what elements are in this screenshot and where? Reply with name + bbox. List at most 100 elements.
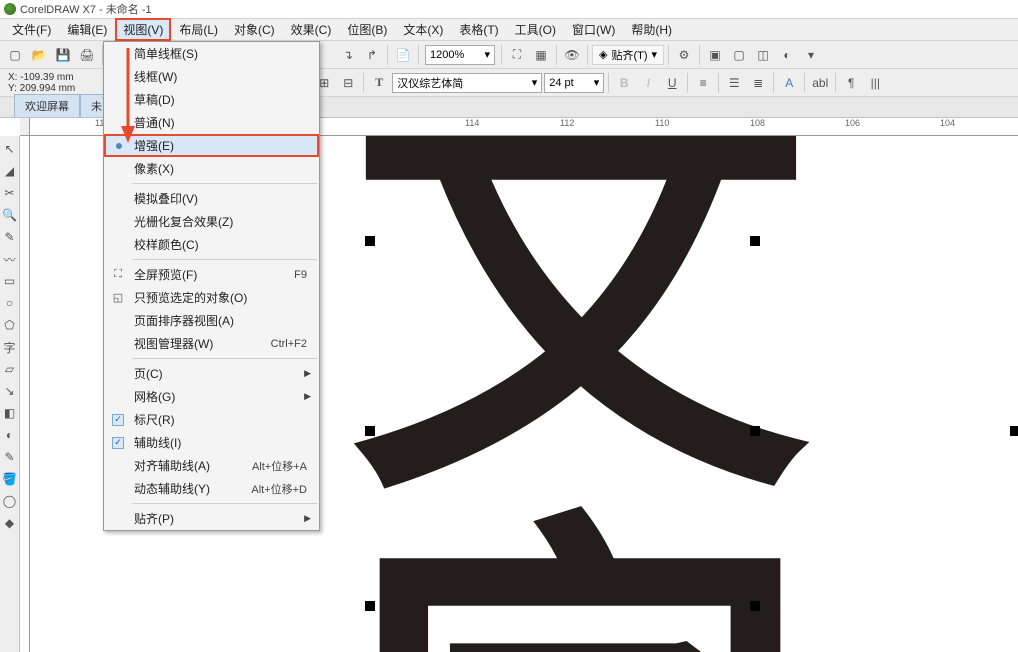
tab-welcome[interactable]: 欢迎屏幕 — [14, 94, 80, 117]
pick-tool[interactable]: ↖ — [1, 138, 19, 160]
menu-item-W[interactable]: 视图管理器(W)Ctrl+F2 — [104, 332, 319, 355]
zoom-tool[interactable]: 🔍 — [1, 204, 19, 226]
edit-text-icon[interactable]: abl — [809, 72, 831, 94]
new-icon[interactable]: ▢ — [4, 44, 26, 66]
menu-item-label: 校样颜色(C) — [134, 236, 199, 253]
connector-tool[interactable]: ↘ — [1, 380, 19, 402]
dropdown-icon[interactable]: ▾ — [800, 44, 822, 66]
selection-handle[interactable] — [750, 601, 760, 611]
launch1-icon[interactable]: ▣ — [704, 44, 726, 66]
separator — [773, 73, 774, 93]
export-icon[interactable]: ↱ — [361, 44, 383, 66]
fill-tool[interactable]: 🪣 — [1, 468, 19, 490]
bold-icon[interactable]: B — [613, 72, 635, 94]
menu-item-V[interactable]: 模拟叠印(V) — [104, 187, 319, 210]
menu-layout[interactable]: 布局(L) — [171, 18, 226, 41]
menu-item-C[interactable]: 页(C)▶ — [104, 362, 319, 385]
selection-handle[interactable] — [365, 426, 375, 436]
bullets-icon[interactable]: ☰ — [723, 72, 745, 94]
columns-icon[interactable]: ||| — [864, 72, 886, 94]
fullscreen-icon[interactable]: ⛶ — [506, 44, 528, 66]
align-left-icon[interactable]: ≡ — [692, 72, 714, 94]
selection-handle[interactable] — [1010, 426, 1018, 436]
options-icon[interactable]: ⚙ — [673, 44, 695, 66]
shape-tool[interactable]: ◢ — [1, 160, 19, 182]
dropcap-icon[interactable]: ≣ — [747, 72, 769, 94]
menu-item-I[interactable]: ✓辅助线(I) — [104, 431, 319, 454]
menu-view[interactable]: 视图(V) — [115, 18, 171, 41]
menu-effects[interactable]: 效果(C) — [283, 18, 340, 41]
menu-item-R[interactable]: ✓标尺(R) — [104, 408, 319, 431]
transparency-tool[interactable]: ◐ — [1, 424, 19, 446]
menu-item-X[interactable]: 像素(X) — [104, 157, 319, 180]
underline-icon[interactable]: U — [661, 72, 683, 94]
menu-edit[interactable]: 编辑(E) — [59, 18, 115, 41]
save-icon[interactable]: 💾 — [52, 44, 74, 66]
menu-shortcut: Alt+位移+A — [252, 458, 307, 474]
tab-document[interactable]: 未 — [80, 94, 105, 117]
grid-icon[interactable]: ▦ — [530, 44, 552, 66]
pdf-icon[interactable]: 📄 — [392, 44, 414, 66]
menu-item-label: 辅助线(I) — [134, 434, 181, 451]
menu-file[interactable]: 文件(F) — [4, 18, 59, 41]
menu-table[interactable]: 表格(T) — [451, 18, 506, 41]
menu-item-C[interactable]: 校样颜色(C) — [104, 233, 319, 256]
menu-separator — [132, 503, 317, 504]
zoom-level[interactable]: 1200%▾ — [425, 45, 495, 65]
outline-tool[interactable]: ◯ — [1, 490, 19, 512]
polygon-tool[interactable]: ⬠ — [1, 314, 19, 336]
ruler-corner — [20, 118, 30, 136]
menu-window[interactable]: 窗口(W) — [564, 18, 623, 41]
preview-icon[interactable]: 👁 — [561, 44, 583, 66]
smart-fill-tool[interactable]: ◆ — [1, 512, 19, 534]
menu-tools[interactable]: 工具(O) — [507, 18, 564, 41]
distribute-icon[interactable]: ⊟ — [337, 72, 359, 94]
char-format-icon[interactable]: A — [778, 72, 800, 94]
selection-handle[interactable] — [750, 426, 760, 436]
separator — [804, 73, 805, 93]
import-icon[interactable]: ↴ — [337, 44, 359, 66]
menu-help[interactable]: 帮助(H) — [623, 18, 680, 41]
ellipse-tool[interactable]: ○ — [1, 292, 19, 314]
blend-tool[interactable]: ◧ — [1, 402, 19, 424]
menu-item-P[interactable]: 贴齐(P)▶ — [104, 507, 319, 530]
selection-handle[interactable] — [750, 236, 760, 246]
snap-dropdown[interactable]: ◈ 贴齐(T) ▾ — [592, 45, 664, 65]
menu-item-A[interactable]: 页面排序器视图(A) — [104, 309, 319, 332]
menu-item-F[interactable]: ⛶全屏预览(F)F9 — [104, 263, 319, 286]
text-tool[interactable]: 字 — [1, 336, 19, 358]
launch3-icon[interactable]: ◫ — [752, 44, 774, 66]
eyedropper-tool[interactable]: ✎ — [1, 446, 19, 468]
selection-handle[interactable] — [365, 236, 375, 246]
selection-handle[interactable] — [365, 601, 375, 611]
launch4-icon[interactable]: ◐ — [776, 44, 798, 66]
direction-icon[interactable]: ¶ — [840, 72, 862, 94]
separator — [587, 45, 588, 65]
parallel-tool[interactable]: ▱ — [1, 358, 19, 380]
font-selector[interactable]: 汉仪综艺体简▾ — [392, 73, 542, 93]
vertical-ruler[interactable] — [20, 136, 30, 652]
menu-object[interactable]: 对象(C) — [226, 18, 283, 41]
freehand-tool[interactable]: ✎ — [1, 226, 19, 248]
menu-item-G[interactable]: 网格(G)▶ — [104, 385, 319, 408]
menu-item-Z[interactable]: 光栅化复合效果(Z) — [104, 210, 319, 233]
menu-item-O[interactable]: ◱只预览选定的对象(O) — [104, 286, 319, 309]
menu-item-label: 标尺(R) — [134, 411, 175, 428]
crop-tool[interactable]: ✂ — [1, 182, 19, 204]
menu-item-label: 对齐辅助线(A) — [134, 457, 210, 474]
menu-text[interactable]: 文本(X) — [395, 18, 451, 41]
font-size[interactable]: 24 pt▾ — [544, 73, 604, 93]
italic-icon[interactable]: I — [637, 72, 659, 94]
menu-item-icon: ◱ — [110, 290, 126, 306]
print-icon[interactable]: 🖨 — [76, 44, 98, 66]
menu-item-Y[interactable]: 动态辅助线(Y)Alt+位移+D — [104, 477, 319, 500]
menu-bitmap[interactable]: 位图(B) — [339, 18, 395, 41]
menu-item-A[interactable]: 对齐辅助线(A) Alt+位移+A — [104, 454, 319, 477]
open-icon[interactable]: 📂 — [28, 44, 50, 66]
text-tool-icon[interactable]: T — [368, 72, 390, 94]
rectangle-tool[interactable]: ▭ — [1, 270, 19, 292]
launch2-icon[interactable]: ▢ — [728, 44, 750, 66]
separator — [608, 73, 609, 93]
artistic-tool[interactable]: 〰 — [1, 248, 19, 270]
canvas-text[interactable]: 文字 — [350, 136, 1018, 652]
